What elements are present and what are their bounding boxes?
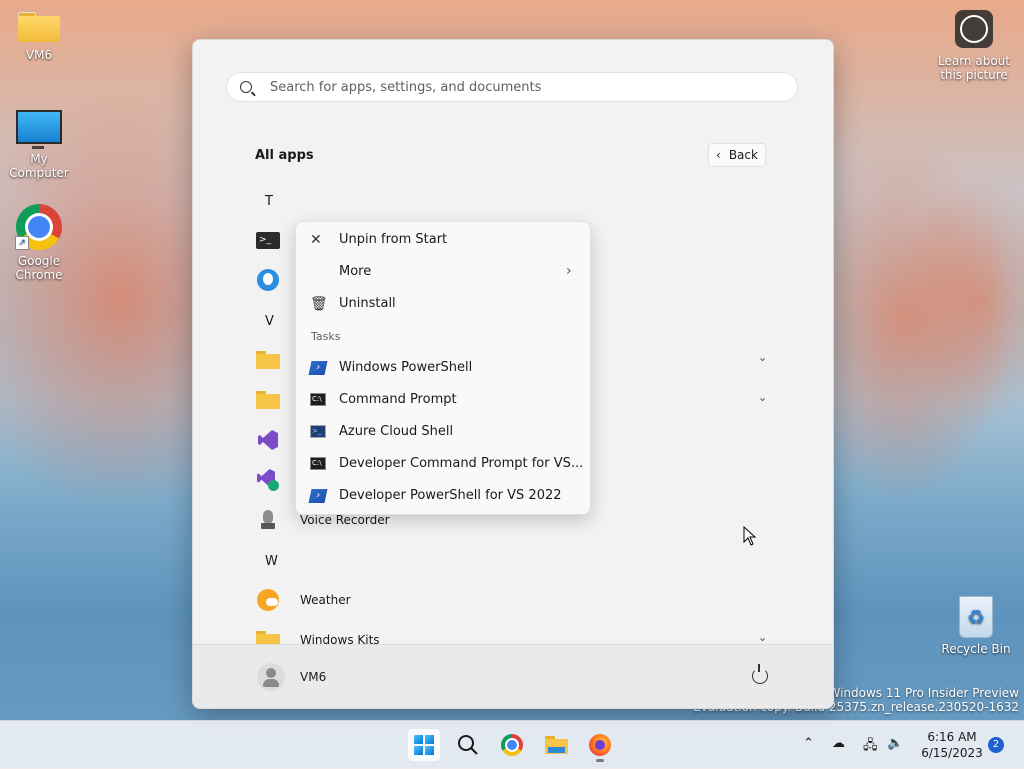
network-icon[interactable]: 🖧 bbox=[863, 736, 878, 758]
firefox-icon bbox=[589, 734, 611, 756]
task-windows-powershell[interactable]: › Windows PowerShell bbox=[300, 353, 586, 383]
show-hidden-icons-chevron-icon[interactable]: ⌃ bbox=[803, 736, 814, 751]
desktop-icon-label: My Computer bbox=[9, 152, 69, 180]
powershell-icon: › bbox=[308, 489, 328, 503]
letter-header-t[interactable]: T bbox=[265, 194, 273, 209]
windows-logo-icon bbox=[414, 735, 434, 755]
menu-item-label: More bbox=[339, 264, 372, 279]
menu-item-label: Command Prompt bbox=[339, 392, 457, 407]
taskbar-chrome-button[interactable] bbox=[496, 729, 528, 761]
menu-item-label: Windows PowerShell bbox=[339, 360, 473, 375]
all-apps-heading: All apps bbox=[255, 148, 314, 163]
uninstall-item[interactable]: 🗑 Uninstall bbox=[300, 289, 586, 319]
back-button-label: Back bbox=[728, 148, 758, 162]
terminal-icon: >_ bbox=[256, 228, 280, 252]
folder-icon bbox=[256, 348, 280, 372]
user-avatar-icon[interactable] bbox=[257, 663, 285, 691]
chrome-icon bbox=[501, 734, 523, 756]
mouse-cursor-icon bbox=[743, 526, 757, 546]
camera-icon bbox=[955, 10, 993, 48]
start-menu-footer: VM6 bbox=[193, 644, 833, 708]
search-button[interactable] bbox=[452, 729, 484, 761]
taskbar: ⌃ ☁ 🖧 🔈 6:16 AM 6/15/2023 2 bbox=[0, 720, 1024, 769]
desktop-icon-vm6[interactable]: VM6 bbox=[0, 12, 79, 62]
powershell-icon: › bbox=[308, 361, 328, 375]
user-name[interactable]: VM6 bbox=[300, 670, 326, 684]
chevron-left-icon: ‹ bbox=[716, 148, 721, 162]
desktop-icon-label: Recycle Bin bbox=[941, 642, 1011, 656]
menu-item-label: Azure Cloud Shell bbox=[339, 424, 454, 439]
unpin-icon: ✕ bbox=[310, 232, 322, 248]
chevron-down-icon[interactable]: ⌄ bbox=[758, 351, 767, 364]
folder-icon bbox=[256, 388, 280, 412]
taskbar-file-explorer-button[interactable] bbox=[540, 729, 572, 761]
back-button[interactable]: ‹ Back bbox=[708, 143, 766, 167]
taskbar-firefox-button[interactable] bbox=[584, 729, 616, 762]
command-prompt-icon: C:\ bbox=[310, 393, 326, 407]
menu-item-label: Unpin from Start bbox=[339, 232, 448, 247]
system-clock[interactable]: 6:16 AM 6/15/2023 bbox=[916, 729, 988, 761]
task-command-prompt[interactable]: C:\ Command Prompt bbox=[300, 385, 586, 415]
clock-time: 6:16 AM bbox=[927, 730, 977, 744]
menu-item-label: Developer Command Prompt for VS... bbox=[339, 456, 584, 471]
app-context-menu: ✕ Unpin from Start More › 🗑 Uninstall Ta… bbox=[295, 221, 591, 515]
search-input[interactable] bbox=[268, 78, 772, 96]
chevron-right-icon: › bbox=[566, 263, 572, 279]
power-icon[interactable] bbox=[752, 664, 768, 684]
task-developer-powershell[interactable]: › Developer PowerShell for VS 2022 bbox=[300, 481, 586, 511]
start-button[interactable] bbox=[408, 729, 440, 761]
visual-studio-installer-icon bbox=[256, 468, 280, 492]
computer-icon bbox=[16, 110, 62, 149]
menu-item-label: Developer PowerShell for VS 2022 bbox=[339, 488, 562, 503]
recycle-bin-icon: ♻ bbox=[959, 596, 993, 638]
search-box[interactable] bbox=[226, 72, 798, 102]
clock-date: 6/15/2023 bbox=[921, 746, 983, 760]
letter-header-v[interactable]: V bbox=[265, 314, 274, 329]
visual-studio-icon bbox=[256, 428, 280, 452]
trash-icon: 🗑 bbox=[310, 296, 328, 312]
shortcut-arrow-icon: ↗ bbox=[15, 236, 29, 250]
desktop-icon-my-computer[interactable]: My Computer bbox=[0, 110, 79, 180]
lightbulb-icon bbox=[256, 268, 280, 292]
search-icon bbox=[458, 735, 478, 755]
app-label: Weather bbox=[300, 593, 351, 607]
tasks-heading: Tasks bbox=[311, 330, 341, 343]
search-icon bbox=[240, 81, 252, 93]
volume-icon[interactable]: 🔈 bbox=[887, 736, 903, 751]
notification-badge[interactable]: 2 bbox=[988, 737, 1004, 753]
desktop-icon-recycle-bin[interactable]: ♻ Recycle Bin bbox=[936, 596, 1016, 656]
microphone-icon bbox=[256, 508, 280, 532]
onedrive-icon[interactable]: ☁ bbox=[832, 736, 845, 751]
desktop-icon-google-chrome[interactable]: ↗ Google Chrome bbox=[0, 204, 79, 282]
app-weather[interactable]: Weather bbox=[193, 581, 833, 619]
azure-cloud-shell-icon: >_ bbox=[310, 425, 326, 439]
command-prompt-icon: C:\ bbox=[310, 457, 326, 471]
learn-about-picture-label: Learn about this picture bbox=[938, 54, 1010, 82]
running-indicator bbox=[596, 759, 604, 762]
desktop-icon-label: Google Chrome bbox=[15, 254, 63, 282]
chevron-down-icon[interactable]: ⌄ bbox=[758, 391, 767, 404]
menu-item-label: Uninstall bbox=[339, 296, 396, 311]
learn-about-picture-button[interactable]: Learn about this picture bbox=[934, 10, 1014, 82]
weather-icon bbox=[256, 588, 280, 612]
folder-icon bbox=[18, 12, 60, 42]
letter-header-w[interactable]: W bbox=[265, 554, 278, 569]
unpin-from-start-item[interactable]: ✕ Unpin from Start bbox=[300, 225, 586, 255]
chevron-down-icon[interactable]: ⌄ bbox=[758, 631, 767, 644]
task-developer-command-prompt[interactable]: C:\ Developer Command Prompt for VS... bbox=[300, 449, 586, 479]
task-azure-cloud-shell[interactable]: >_ Azure Cloud Shell bbox=[300, 417, 586, 447]
desktop-icon-label: VM6 bbox=[25, 48, 53, 62]
more-item[interactable]: More › bbox=[300, 257, 586, 287]
app-label: Voice Recorder bbox=[300, 513, 390, 527]
